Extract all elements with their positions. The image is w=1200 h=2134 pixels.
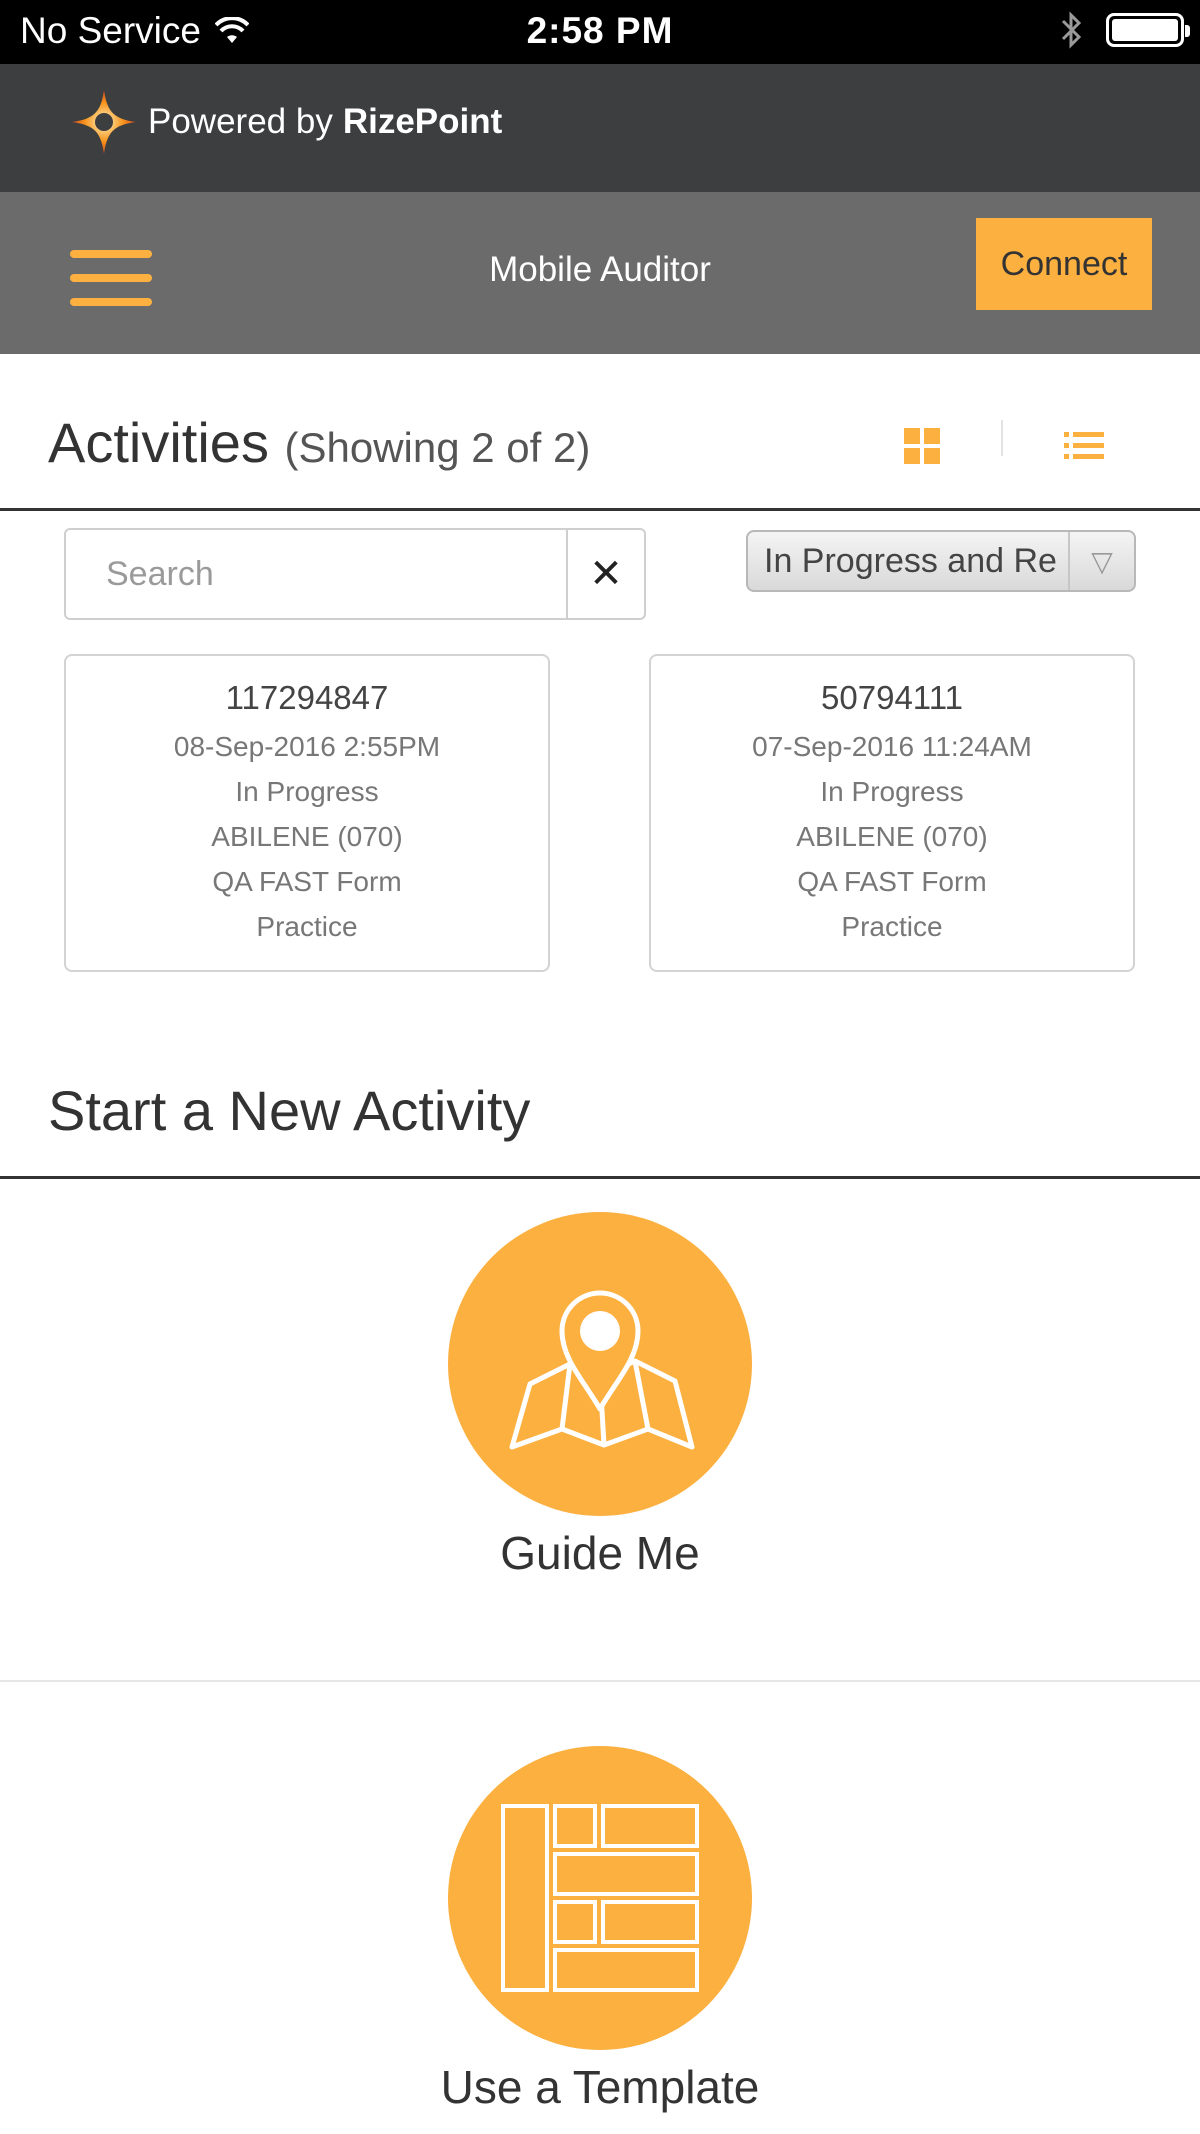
activity-date: 08-Sep-2016 2:55PM <box>173 731 441 762</box>
activity-type: Practice <box>256 911 358 942</box>
search-box: ✕ <box>64 528 646 620</box>
activity-card[interactable]: 117294847 08-Sep-2016 2:55PM In Progress… <box>64 654 550 972</box>
activity-form: QA FAST Form <box>797 866 987 897</box>
connect-button[interactable]: Connect <box>976 218 1152 310</box>
clear-search-button[interactable]: ✕ <box>566 530 644 618</box>
activity-status: In Progress <box>235 776 379 807</box>
brand-name: RizePoint <box>342 102 503 141</box>
activities-divider <box>0 508 1200 511</box>
options-divider <box>0 1680 1200 1682</box>
activity-form: QA FAST Form <box>212 866 402 897</box>
dropdown-arrow-icon: ▽ <box>1068 532 1134 590</box>
activity-location: ABILENE (070) <box>211 821 403 852</box>
rizepoint-star-icon <box>72 90 136 154</box>
list-view-icon[interactable] <box>1064 430 1104 462</box>
activity-status: In Progress <box>820 776 964 807</box>
app-header: Mobile Auditor Connect <box>0 192 1200 354</box>
start-new-heading: Start a New Activity <box>48 1079 531 1142</box>
activity-id: 117294847 <box>225 679 389 716</box>
brand-bar: Powered by RizePoint <box>0 64 1200 192</box>
start-new-divider <box>0 1176 1200 1179</box>
search-input[interactable] <box>66 530 566 618</box>
activity-location: ABILENE (070) <box>796 821 988 852</box>
map-pin-icon <box>509 1290 695 1450</box>
guide-me-label: Guide Me <box>500 1527 700 1579</box>
use-template-option[interactable]: Use a Template <box>0 1746 1200 2114</box>
grid-view-icon[interactable] <box>904 428 940 464</box>
brand-logo: Powered by RizePoint <box>70 88 502 156</box>
activity-date: 07-Sep-2016 11:24AM <box>752 731 1032 762</box>
status-right <box>1060 10 1190 50</box>
use-template-label: Use a Template <box>440 2061 760 2113</box>
use-template-circle <box>448 1746 752 2050</box>
activities-count: (Showing 2 of 2) <box>284 424 591 471</box>
filter-value: In Progress and Re <box>764 541 1057 580</box>
activities-title: Activities <box>48 411 269 474</box>
activities-heading: Activities (Showing 2 of 2) <box>48 410 590 475</box>
close-icon: ✕ <box>589 552 623 596</box>
activity-id: 50794111 <box>821 679 963 716</box>
powered-by-text: Powered by <box>148 102 333 141</box>
status-bar: No Service 2:58 PM <box>0 0 1200 64</box>
activity-card[interactable]: 50794111 07-Sep-2016 11:24AM In Progress… <box>649 654 1135 972</box>
guide-me-option[interactable]: Guide Me <box>0 1212 1200 1580</box>
bluetooth-icon <box>1061 11 1082 49</box>
activity-type: Practice <box>841 911 943 942</box>
template-icon <box>501 1804 699 1992</box>
status-time: 2:58 PM <box>526 10 674 51</box>
guide-me-circle <box>448 1212 752 1516</box>
battery-icon <box>1106 13 1190 47</box>
view-divider <box>1001 420 1003 456</box>
status-filter-select[interactable]: In Progress and Re ▽ <box>746 530 1136 592</box>
